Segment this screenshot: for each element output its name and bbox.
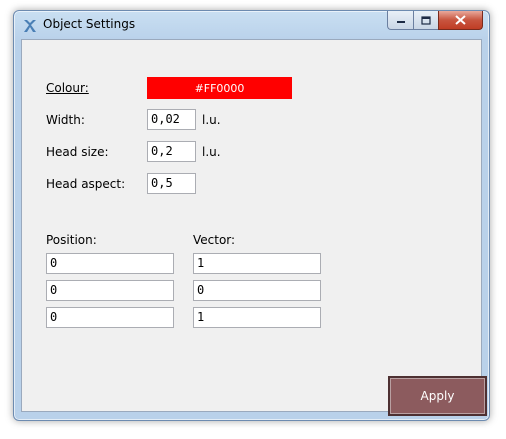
head-aspect-input[interactable]: 0,5	[147, 173, 196, 194]
position-x-input[interactable]: 0	[46, 253, 174, 274]
width-label: Width:	[46, 113, 85, 127]
vector-x-input[interactable]: 1	[193, 253, 321, 274]
vector-y-input[interactable]: 0	[193, 280, 321, 301]
head-size-label: Head size:	[46, 145, 109, 159]
head-aspect-label: Head aspect:	[46, 177, 126, 191]
head-size-input[interactable]: 0,2	[147, 141, 196, 162]
position-z-input[interactable]: 0	[46, 307, 174, 328]
vector-z-input[interactable]: 1	[193, 307, 321, 328]
settings-panel: Colour: #FF0000 Width: 0,02 l.u. Head si…	[21, 39, 487, 416]
maximize-icon	[421, 15, 431, 25]
width-unit: l.u.	[202, 113, 221, 127]
colour-label: Colour:	[46, 81, 89, 95]
close-icon	[455, 15, 466, 25]
colour-label-text: Colour:	[46, 81, 89, 95]
vector-label: Vector:	[193, 233, 236, 247]
close-button[interactable]	[438, 11, 483, 30]
object-settings-window: Object Settings Colour: #FF0000 Width: 0…	[13, 10, 490, 421]
colour-picker-button[interactable]: #FF0000	[147, 77, 292, 99]
minimize-button[interactable]	[387, 11, 413, 30]
apply-button[interactable]: Apply	[388, 376, 487, 416]
minimize-icon	[396, 21, 405, 23]
window-title: Object Settings	[43, 17, 136, 31]
width-input[interactable]: 0,02	[147, 109, 196, 130]
app-logo-icon	[24, 20, 36, 32]
maximize-button[interactable]	[413, 11, 438, 30]
window-controls	[387, 11, 483, 31]
position-label: Position:	[46, 233, 97, 247]
position-y-input[interactable]: 0	[46, 280, 174, 301]
title-bar[interactable]: Object Settings	[14, 11, 489, 39]
head-size-unit: l.u.	[202, 145, 221, 159]
